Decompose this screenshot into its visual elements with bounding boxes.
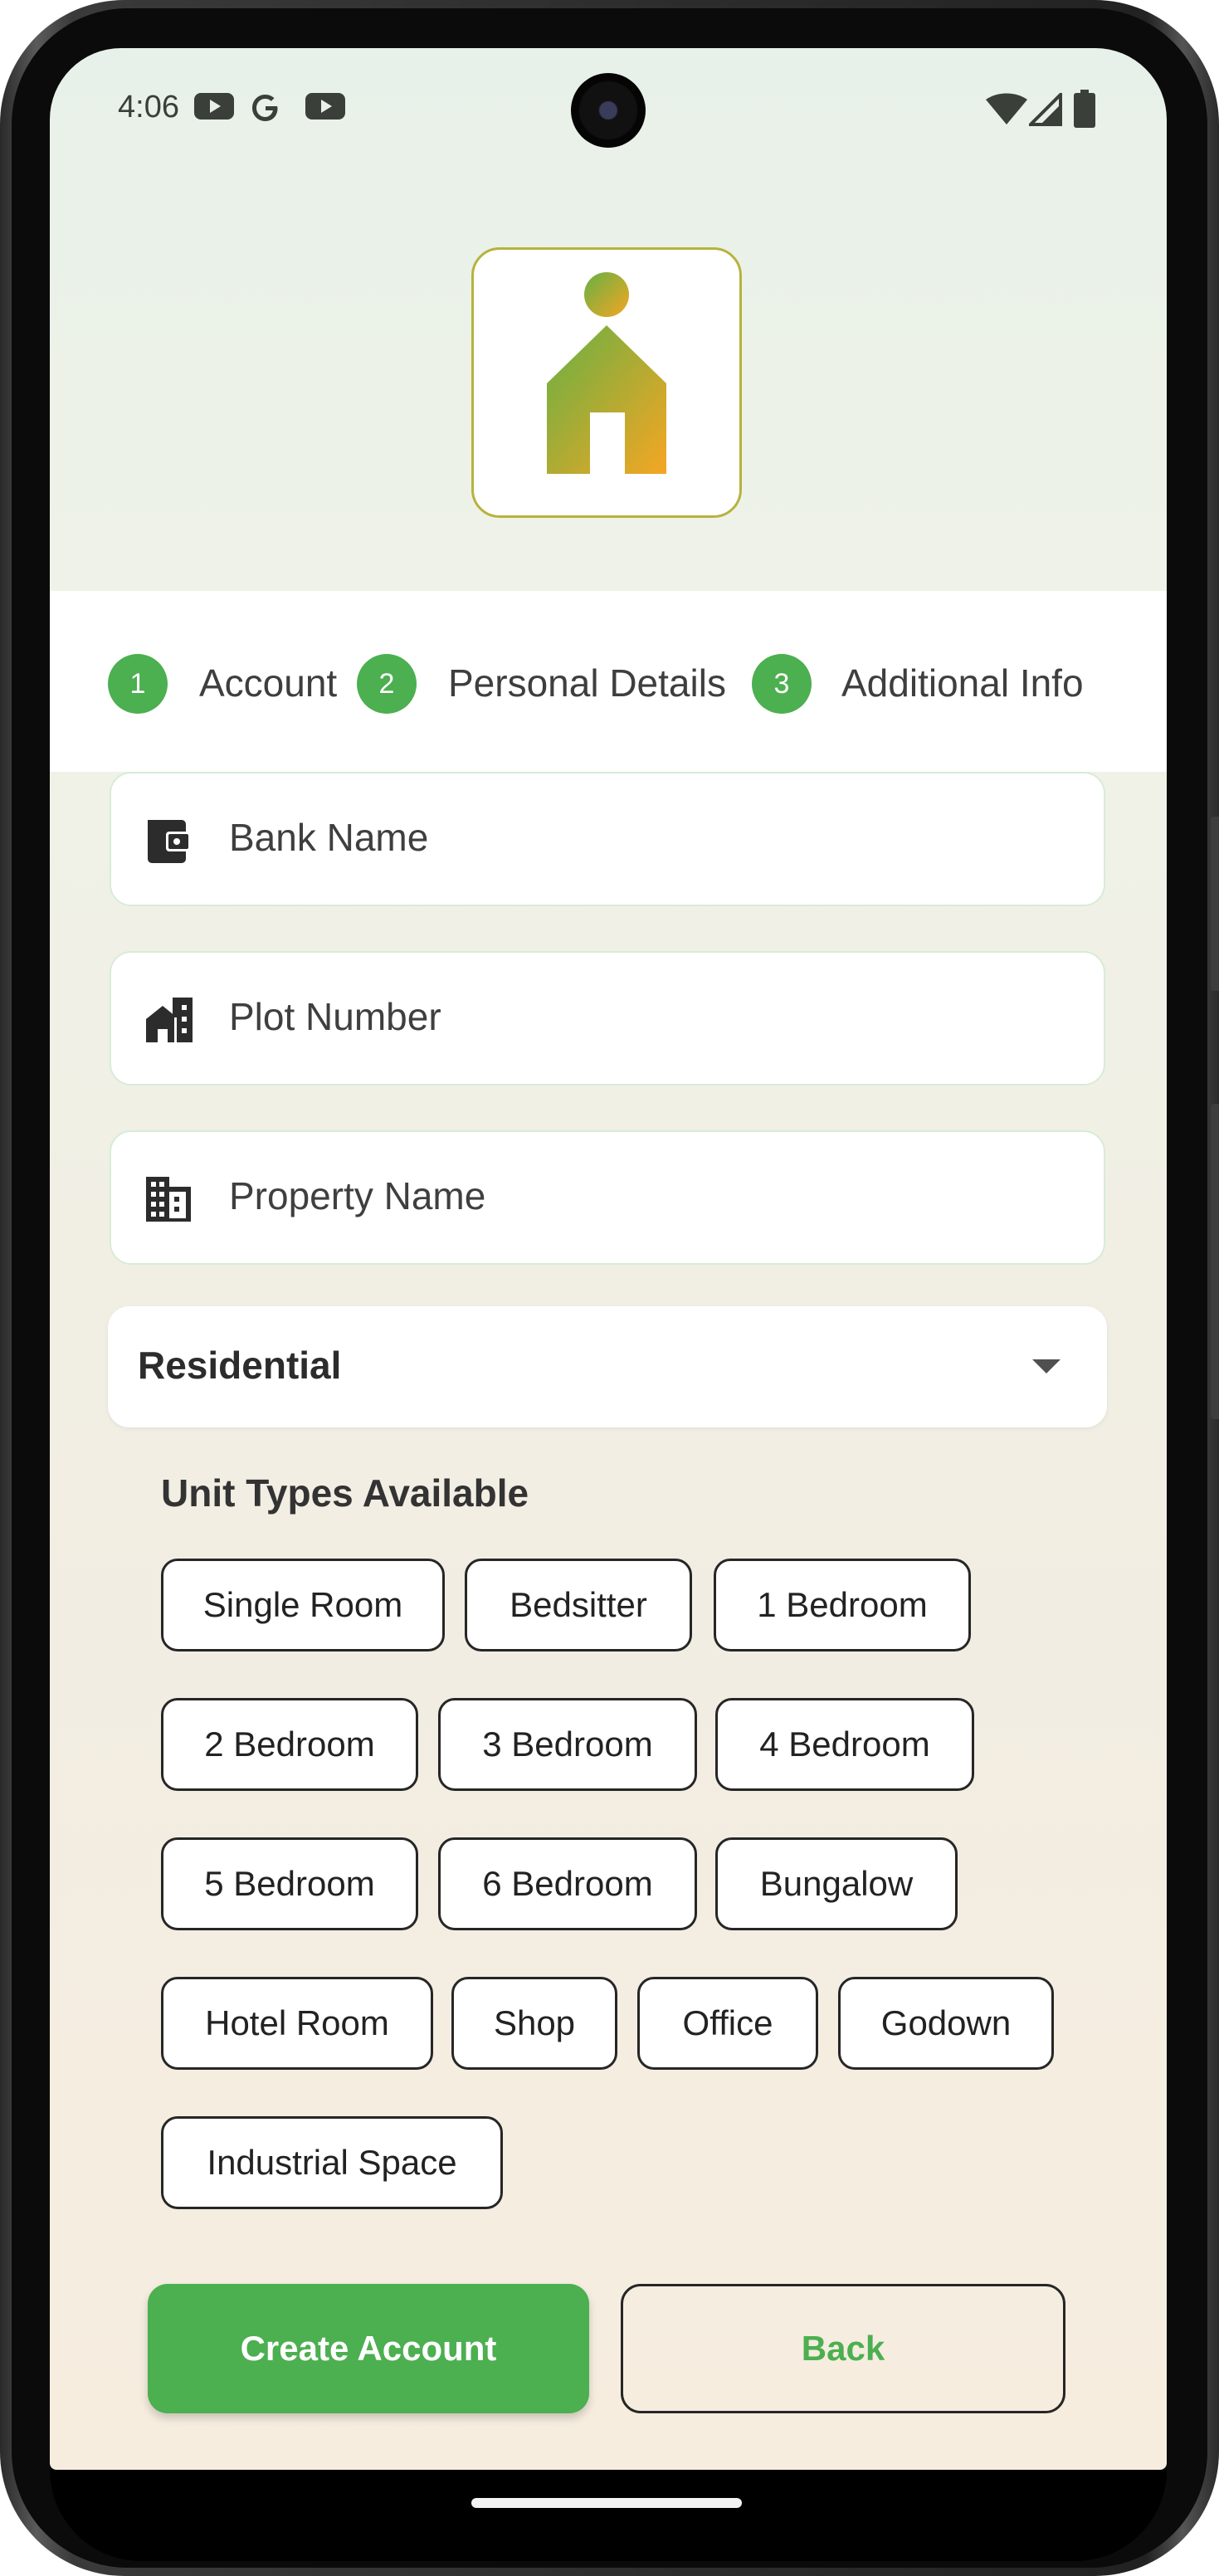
home-indicator[interactable] bbox=[471, 2498, 742, 2508]
bank-name-field[interactable]: Bank Name bbox=[110, 772, 1105, 906]
unit-type-chip[interactable]: 2 Bedroom bbox=[161, 1698, 418, 1791]
battery-icon bbox=[1074, 90, 1095, 128]
unit-type-chip[interactable]: 1 Bedroom bbox=[714, 1559, 971, 1651]
unit-type-chip[interactable]: Single Room bbox=[161, 1559, 445, 1651]
progress-stepper: 1 Account 2 Personal Details 3 Additiona… bbox=[50, 591, 1167, 772]
step-2-indicator[interactable]: 2 bbox=[357, 654, 417, 714]
chevron-down-icon bbox=[1032, 1359, 1061, 1373]
create-account-button[interactable]: Create Account bbox=[148, 2284, 589, 2413]
property-name-placeholder: Property Name bbox=[229, 1174, 486, 1217]
google-icon bbox=[252, 95, 278, 121]
app-screen: 4:06 1 Account 2 Personal Details 3 Addi… bbox=[50, 48, 1167, 2470]
unit-type-chip[interactable]: Shop bbox=[451, 1977, 617, 2070]
step-3-indicator[interactable]: 3 bbox=[752, 654, 812, 714]
step-3-label[interactable]: Additional Info bbox=[841, 661, 1084, 705]
youtube-icon bbox=[305, 93, 345, 120]
house-person-icon bbox=[547, 272, 666, 474]
unit-type-chip[interactable]: 6 Bedroom bbox=[438, 1837, 697, 1930]
status-time: 4:06 bbox=[118, 90, 179, 124]
unit-type-chip[interactable]: 3 Bedroom bbox=[438, 1698, 697, 1791]
bank-name-placeholder: Bank Name bbox=[229, 816, 429, 859]
step-2-label[interactable]: Personal Details bbox=[448, 661, 726, 705]
power-button bbox=[1211, 817, 1219, 991]
unit-type-chip[interactable]: Industrial Space bbox=[161, 2116, 503, 2209]
property-type-dropdown[interactable]: Residential bbox=[108, 1306, 1107, 1427]
unit-type-chip[interactable]: Bedsitter bbox=[465, 1559, 692, 1651]
back-button[interactable]: Back bbox=[621, 2284, 1065, 2413]
property-type-value: Residential bbox=[138, 1344, 342, 1387]
house-building-icon bbox=[146, 998, 193, 1042]
step-1-label[interactable]: Account bbox=[199, 661, 337, 705]
unit-type-chip[interactable]: 4 Bedroom bbox=[715, 1698, 974, 1791]
youtube-icon bbox=[194, 93, 234, 120]
unit-type-chip[interactable]: Bungalow bbox=[715, 1837, 958, 1930]
volume-button bbox=[1211, 1104, 1219, 1419]
phone-chin bbox=[50, 2470, 1167, 2561]
building-icon bbox=[146, 1177, 191, 1222]
signal-icon bbox=[1029, 93, 1062, 126]
plot-number-placeholder: Plot Number bbox=[229, 995, 441, 1038]
unit-type-chip[interactable]: Hotel Room bbox=[161, 1977, 433, 2070]
wifi-icon bbox=[986, 93, 1027, 124]
app-logo bbox=[471, 247, 742, 518]
unit-types-title: Unit Types Available bbox=[161, 1471, 529, 1515]
unit-type-chip[interactable]: 5 Bedroom bbox=[161, 1837, 418, 1930]
step-1-indicator[interactable]: 1 bbox=[108, 654, 168, 714]
status-bar: 4:06 bbox=[50, 48, 1167, 164]
wallet-icon bbox=[148, 820, 191, 863]
front-camera bbox=[571, 73, 646, 148]
plot-number-field[interactable]: Plot Number bbox=[110, 951, 1105, 1086]
property-name-field[interactable]: Property Name bbox=[110, 1130, 1105, 1265]
unit-type-chip[interactable]: Office bbox=[637, 1977, 818, 2070]
unit-type-chip[interactable]: Godown bbox=[838, 1977, 1054, 2070]
